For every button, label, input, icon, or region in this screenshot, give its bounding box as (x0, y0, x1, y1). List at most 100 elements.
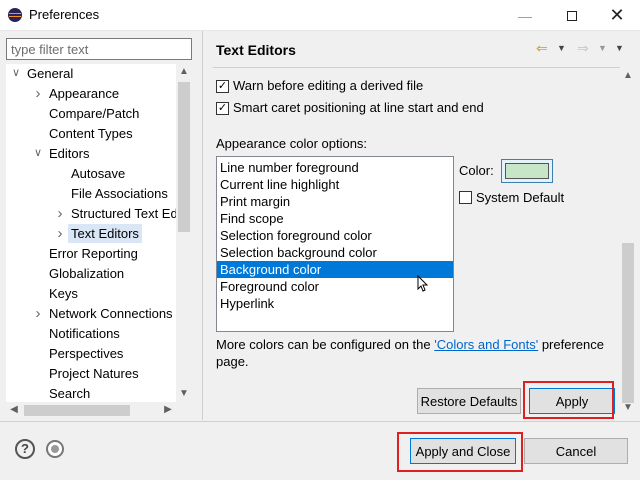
tree-item[interactable]: › Text Editors (6, 224, 176, 244)
filter-input[interactable] (6, 38, 192, 60)
scroll-down-icon[interactable]: ▼ (176, 386, 192, 402)
preferences-tree[interactable]: ∨ General › Appearance Compare/Patch Content … (6, 64, 176, 402)
window-title: Preferences (29, 7, 100, 22)
more-colors-prefix: More colors can be configured on the (216, 337, 435, 352)
tree-item[interactable]: Error Reporting (6, 244, 176, 264)
import-export-icon[interactable] (46, 440, 64, 458)
tree-item-label: Keys (49, 286, 78, 301)
mouse-cursor-icon (417, 274, 429, 293)
chevron-right-icon[interactable]: › (32, 304, 44, 323)
highlight-apply (523, 381, 614, 419)
scroll-left-icon[interactable]: ◀ (6, 402, 22, 418)
tree-item-label: Project Natures (49, 366, 139, 381)
tree-item[interactable]: Project Natures (6, 364, 176, 384)
warn-derived-checkbox[interactable]: ✓ (216, 80, 229, 93)
tree-item[interactable]: ∨ General (6, 64, 176, 84)
back-dropdown-icon[interactable]: ▼ (557, 39, 566, 57)
tree-item-label: Compare/Patch (49, 106, 140, 121)
cancel-button[interactable]: Cancel (524, 438, 628, 464)
tree-item-label: Structured Text Ed (71, 206, 176, 221)
tree-item-label: Search (49, 386, 91, 401)
highlight-apply-and-close (397, 432, 523, 472)
scroll-up-icon[interactable]: ▲ (620, 68, 636, 84)
tree-item-label: General (27, 66, 74, 81)
tree-item-label: Error Reporting (49, 246, 138, 261)
tree-item[interactable]: Notifications (6, 324, 176, 344)
more-colors-suffix: preference (538, 337, 604, 352)
tree-item[interactable]: Content Types (6, 124, 176, 144)
maximize-button[interactable] (549, 0, 595, 31)
chevron-right-icon[interactable]: › (32, 84, 44, 103)
system-default-checkbox[interactable] (459, 191, 472, 204)
tree-item[interactable]: Perspectives (6, 344, 176, 364)
tree-item[interactable]: › Structured Text Ed (6, 204, 177, 224)
more-colors-text: More colors can be configured on the 'Co… (216, 337, 604, 352)
appearance-color-options-label: Appearance color options: (216, 136, 368, 151)
chevron-right-icon[interactable]: › (54, 224, 66, 243)
color-label: Color: (459, 163, 494, 178)
tree-item-label: Globalization (49, 266, 125, 281)
tree-item[interactable]: Search (6, 384, 176, 402)
chevron-right-icon[interactable]: › (54, 204, 66, 223)
back-arrow-icon[interactable]: ⇐ (536, 39, 548, 57)
tree-item-label: Network Connections (49, 306, 173, 321)
tree-item[interactable]: › Network Connections (6, 304, 176, 324)
minimize-icon: — (518, 7, 532, 24)
color-option-item[interactable]: Selection foreground color (217, 227, 453, 244)
scroll-thumb[interactable] (622, 243, 634, 403)
checkmark-icon: ✓ (217, 80, 228, 92)
warn-derived-label: Warn before editing a derived file (233, 78, 424, 93)
chevron-down-icon[interactable]: ∨ (32, 144, 44, 163)
tree-item[interactable]: ∨ Editors (6, 144, 176, 164)
system-default-label: System Default (476, 190, 565, 205)
color-picker-button[interactable] (501, 159, 553, 183)
more-colors-text-line2: page. (216, 354, 249, 369)
view-menu-icon[interactable]: ▼ (615, 39, 624, 57)
smart-caret-checkbox[interactable]: ✓ (216, 102, 229, 115)
footer-separator (0, 421, 640, 422)
tree-item-label: Notifications (49, 326, 120, 341)
maximize-icon (567, 10, 577, 21)
tree-item[interactable]: Keys (6, 284, 176, 304)
scroll-down-icon[interactable]: ▼ (620, 400, 636, 416)
tree-item[interactable]: Globalization (6, 264, 176, 284)
color-option-item[interactable]: Hyperlink (217, 295, 453, 312)
page-header: Text Editors ⇐ ▼ ⇒ ▼ ▼ (203, 31, 640, 67)
colors-and-fonts-link[interactable]: 'Colors and Fonts' (434, 337, 538, 352)
eclipse-logo-icon (8, 8, 22, 22)
close-icon: ✕ (609, 5, 625, 25)
forward-arrow-icon[interactable]: ⇒ (577, 39, 589, 57)
scroll-thumb[interactable] (178, 82, 190, 232)
tree-item[interactable]: › Appearance (6, 84, 176, 104)
scroll-thumb[interactable] (24, 405, 130, 416)
color-option-item[interactable]: Current line highlight (217, 176, 453, 193)
tree-item[interactable]: Autosave (6, 164, 176, 184)
scroll-up-icon[interactable]: ▲ (176, 64, 192, 80)
scroll-right-icon[interactable]: ▶ (160, 402, 176, 418)
page-vertical-scrollbar[interactable]: ▲ ▼ (620, 68, 636, 420)
color-option-item[interactable]: Line number foreground (217, 159, 453, 176)
page-title: Text Editors (216, 42, 296, 58)
tree-horizontal-scrollbar[interactable]: ◀ ▶ (6, 402, 192, 418)
help-icon[interactable]: ? (15, 439, 35, 459)
tree-item[interactable]: Compare/Patch (6, 104, 176, 124)
tree-item-label: Appearance (49, 86, 120, 101)
title-bar: Preferences — ✕ (0, 0, 640, 31)
color-option-item[interactable]: Find scope (217, 210, 453, 227)
close-button[interactable]: ✕ (594, 0, 640, 31)
tree-item-label: Text Editors (68, 224, 142, 243)
chevron-down-icon[interactable]: ∨ (10, 64, 22, 83)
tree-vertical-scrollbar[interactable]: ▲ ▼ (176, 64, 192, 402)
color-option-item[interactable]: Print margin (217, 193, 453, 210)
smart-caret-label: Smart caret positioning at line start an… (233, 100, 484, 115)
tree-item[interactable]: File Associations (6, 184, 176, 204)
color-options-list[interactable]: Line number foreground Current line highl… (216, 156, 454, 332)
forward-dropdown-icon[interactable]: ▼ (598, 39, 607, 57)
checkmark-icon: ✓ (217, 102, 228, 114)
color-option-item[interactable]: Selection background color (217, 244, 453, 261)
color-swatch (505, 163, 549, 179)
restore-defaults-button[interactable]: Restore Defaults (417, 388, 521, 414)
tree-item-label: File Associations (71, 186, 168, 201)
minimize-button[interactable]: — (502, 0, 548, 31)
tree-item-label: Perspectives (49, 346, 124, 361)
